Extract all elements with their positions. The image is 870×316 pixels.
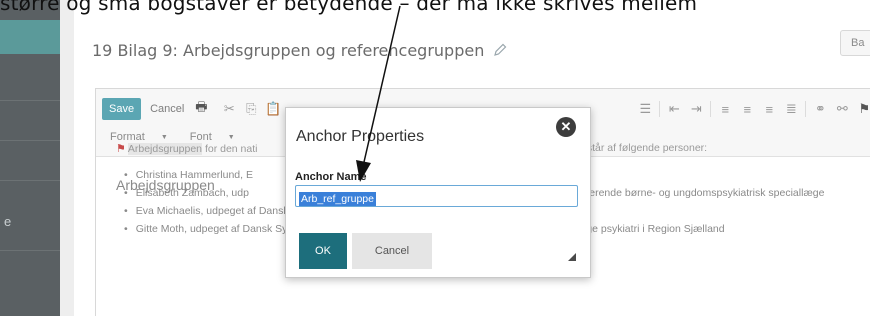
paste-icon[interactable]: 📋 [265,101,281,117]
copy-icon[interactable]: ⎘ [243,101,259,117]
sidebar-divider [0,180,60,181]
cancel-button[interactable]: Cancel [352,233,432,269]
cancel-link[interactable]: Cancel [147,103,187,115]
partial-top-button[interactable]: Ba [840,30,870,56]
outdent-icon[interactable]: ⇤ [666,101,682,117]
anchor-name-label: Anchor Name [295,171,367,183]
left-sidebar: e [0,0,60,316]
screenshot: større og små bogstaver er betydende – d… [0,0,870,316]
chevron-down-icon[interactable]: ▼ [228,134,235,141]
chevron-down-icon[interactable]: ▼ [161,134,168,141]
align-center-icon[interactable]: ≡ [739,102,755,117]
unlink-icon[interactable]: ⚯ [834,101,850,117]
anchor-name-value: Arb_ref_gruppe [299,192,376,206]
link-icon[interactable]: ⚭ [812,101,828,117]
pencil-icon[interactable] [492,42,508,58]
indent-icon[interactable]: ⇥ [688,101,704,117]
anchor-word: Arbejdsgruppen [127,143,203,155]
paragraph: ⚑ Arbejdsgruppen for den nati [116,142,257,155]
sidebar-item-label[interactable]: e [4,214,11,229]
toolbar-separator [710,101,712,117]
dialog-title: Anchor Properties [296,128,425,145]
resize-handle-icon[interactable] [568,253,576,261]
toolbar-separator [805,101,807,117]
sidebar-divider [0,140,60,141]
save-button[interactable]: Save [102,98,142,120]
annotation-caption: større og små bogstaver er betydende – d… [0,0,698,15]
ok-button[interactable]: OK [299,233,347,269]
scrollbar[interactable] [60,0,74,316]
flag-icon: ⚑ [116,143,126,155]
justify-icon[interactable]: ≣ [783,101,799,117]
paragraph-text: for den nati [204,143,258,155]
page-title: 19 Bilag 9: Arbejdsgruppen og referenceg… [92,40,485,60]
align-left-icon[interactable]: ≡ [717,102,733,117]
close-icon[interactable]: ✕ [556,117,576,137]
bulleted-list-icon[interactable]: ☰ [637,101,653,117]
cut-icon[interactable]: ✂ [221,101,237,117]
paragraph-text-right: estår af følgende personer: [581,142,708,154]
anchor-name-input[interactable]: Arb_ref_gruppe [295,185,578,207]
anchor-flag-icon[interactable]: ⚑ [856,101,870,117]
sidebar-divider [0,100,60,101]
list-item-text-right: serende børne- og ungdomspsykiatrisk spe… [584,187,825,199]
print-icon[interactable]: 🖶 [193,98,209,120]
toolbar-separator [659,101,661,117]
page-title-row: 19 Bilag 9: Arbejdsgruppen og referenceg… [92,38,508,62]
sidebar-active-item[interactable] [0,20,60,54]
sidebar-divider [0,250,60,251]
anchor-properties-dialog: Anchor Properties ✕ Anchor Name Arb_ref_… [285,107,591,278]
align-right-icon[interactable]: ≡ [761,102,777,117]
